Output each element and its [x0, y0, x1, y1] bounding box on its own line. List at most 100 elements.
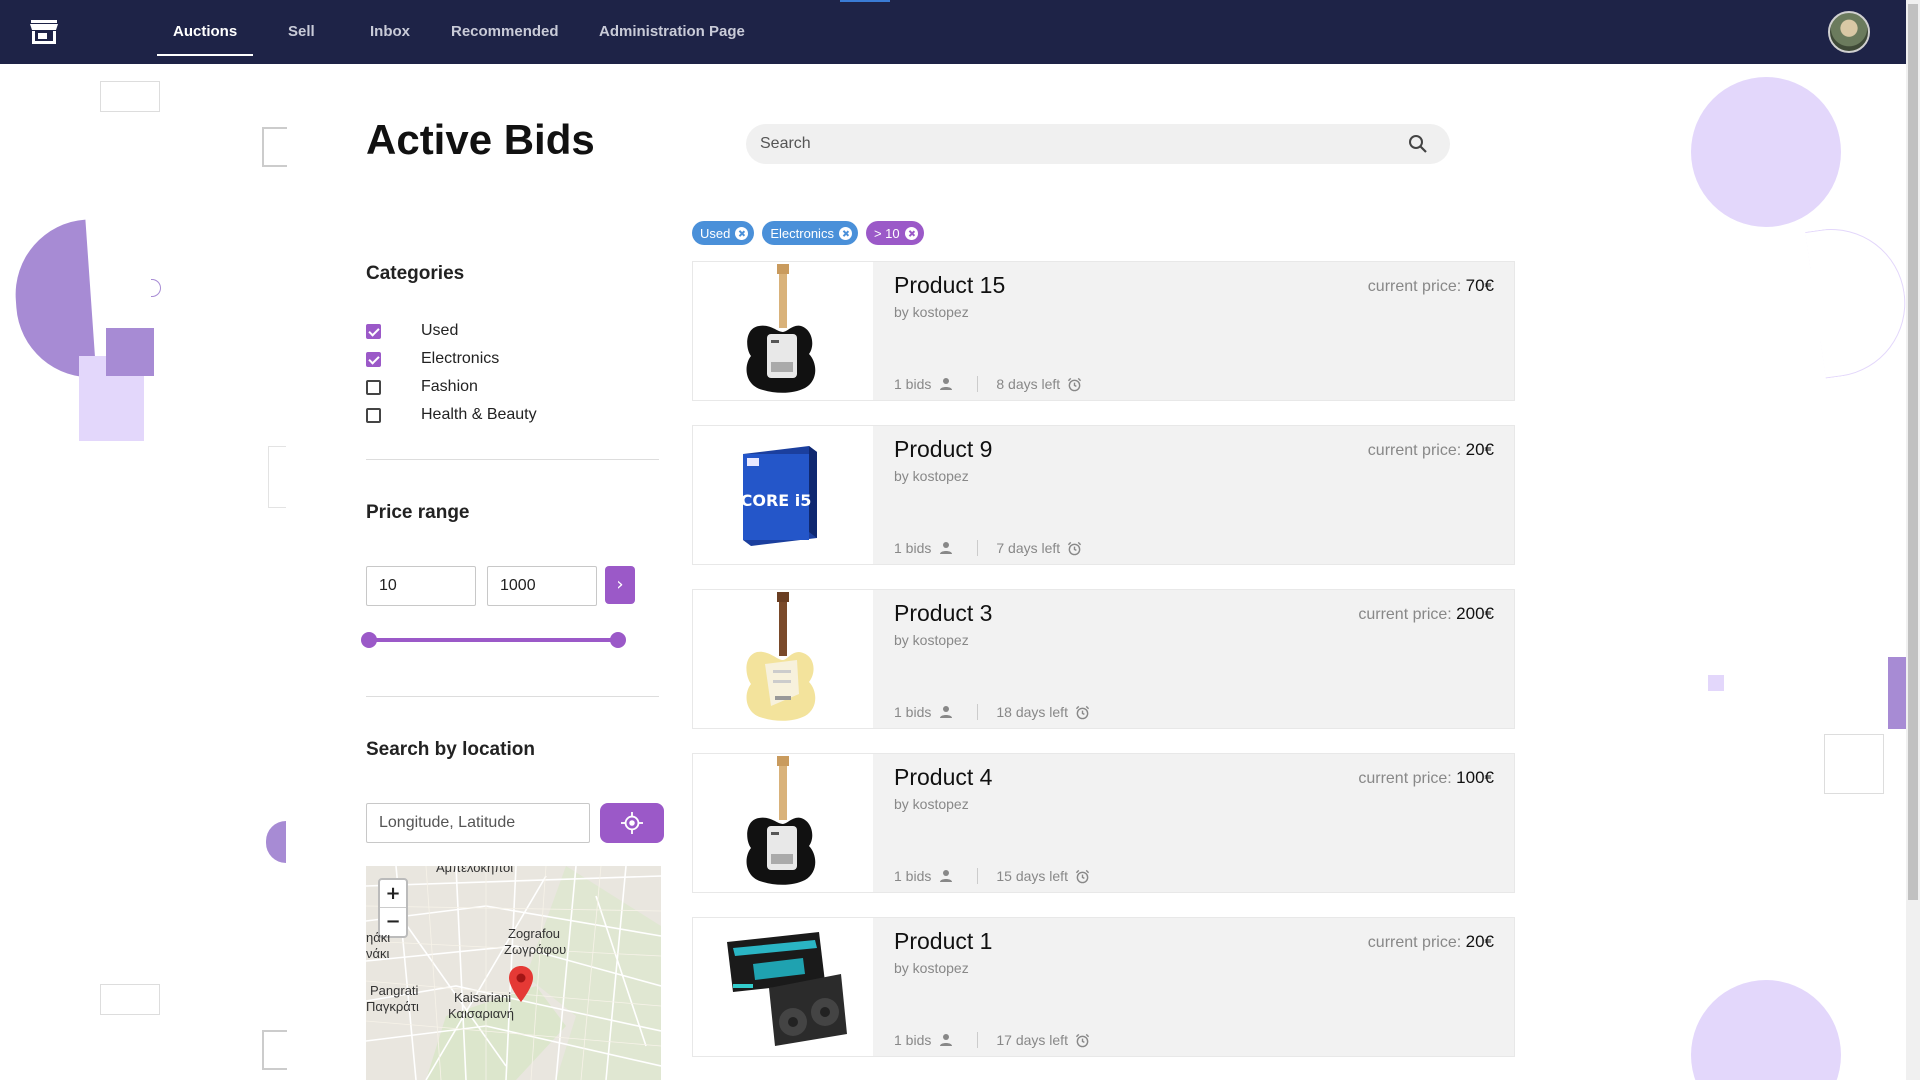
price-value: 200€ — [1456, 604, 1494, 623]
crosshair-icon — [621, 812, 643, 834]
scrollbar-thumb[interactable] — [1908, 4, 1918, 900]
location-input[interactable] — [366, 803, 590, 843]
bids-count: 1 bids — [894, 540, 932, 556]
user-avatar[interactable] — [1828, 11, 1870, 53]
meta-divider — [977, 540, 979, 556]
product-name[interactable]: Product 4 — [894, 764, 992, 791]
nav-progress-line — [840, 0, 890, 2]
price-min-input[interactable] — [366, 566, 476, 606]
apply-price-button[interactable]: › — [605, 566, 635, 604]
product-price: current price: 20€ — [1368, 932, 1494, 952]
price-label: current price: — [1358, 606, 1452, 623]
search-icon[interactable] — [1408, 134, 1428, 154]
categories-title: Categories — [366, 263, 465, 284]
price-label: current price: — [1358, 770, 1452, 787]
product-seller: by kostopez — [894, 796, 969, 812]
alarm-clock-icon — [1075, 705, 1090, 719]
product-name[interactable]: Product 1 — [894, 928, 992, 955]
checkbox-used[interactable] — [366, 323, 381, 339]
page-title: Active Bids — [366, 116, 595, 163]
remove-chip-icon[interactable] — [838, 226, 852, 240]
map-label: Αμπελόκηποι — [436, 866, 514, 875]
product-price: current price: 100€ — [1358, 768, 1494, 788]
product-meta: 1 bids 18 days left — [894, 704, 1090, 720]
product-image[interactable] — [693, 754, 873, 892]
locate-button[interactable] — [600, 803, 664, 843]
product-card[interactable]: Product 4 by kostopez current price: 100… — [692, 753, 1515, 893]
product-name[interactable]: Product 15 — [894, 272, 1005, 299]
location-map[interactable]: + − Αμπελόκηποι Zografou Ζωγράφου Pangra… — [366, 866, 661, 1080]
decor-bar — [1888, 657, 1906, 729]
decor-outline-shape — [1805, 219, 1915, 379]
remove-chip-icon[interactable] — [735, 226, 749, 240]
price-max-input[interactable] — [487, 566, 597, 606]
category-electronics[interactable]: Electronics — [366, 348, 499, 370]
price-slider-min-thumb[interactable] — [361, 632, 377, 648]
tab-administration-page[interactable]: Administration Page — [599, 0, 745, 64]
section-divider — [366, 459, 659, 460]
checkbox-health-beauty[interactable] — [366, 407, 381, 423]
meta-divider — [977, 376, 979, 392]
store-icon[interactable] — [30, 19, 58, 45]
search-bar[interactable] — [746, 124, 1450, 164]
bids-count: 1 bids — [894, 376, 932, 392]
zoom-in-button[interactable]: + — [380, 880, 406, 908]
price-slider-max-thumb[interactable] — [610, 632, 626, 648]
product-card[interactable]: Product 3 by kostopez current price: 200… — [692, 589, 1515, 729]
product-image[interactable] — [693, 918, 873, 1056]
decor-half-circle — [266, 821, 286, 863]
product-card[interactable]: Product 15 by kostopez current price: 70… — [692, 261, 1515, 401]
product-meta: 1 bids 17 days left — [894, 1032, 1090, 1048]
product-image[interactable]: CORE i5 — [693, 426, 873, 564]
tab-inbox[interactable]: Inbox — [370, 0, 410, 64]
decor-small-d — [151, 279, 161, 297]
filter-chip-used[interactable]: Used — [692, 221, 755, 245]
map-label: Παγκράτι — [366, 999, 419, 1014]
product-name[interactable]: Product 9 — [894, 436, 992, 463]
remove-chip-icon[interactable] — [904, 226, 918, 240]
search-input[interactable] — [760, 124, 1380, 164]
product-image[interactable] — [693, 590, 873, 728]
category-label: Used — [421, 322, 459, 339]
person-icon — [940, 542, 953, 554]
time-left: 8 days left — [996, 376, 1061, 392]
meta-divider — [977, 868, 979, 884]
tab-sell[interactable]: Sell — [288, 0, 315, 64]
map-label: Ζωγράφου — [504, 942, 567, 957]
price-label: current price: — [1367, 442, 1462, 459]
bids-count: 1 bids — [894, 704, 932, 720]
product-name[interactable]: Product 3 — [894, 600, 992, 627]
product-card[interactable]: CORE i5 Product 9 by kostopez current pr… — [692, 425, 1515, 565]
category-label: Fashion — [421, 378, 478, 395]
decor-rect — [100, 984, 160, 1015]
page-scrollbar[interactable] — [1906, 0, 1920, 1080]
product-image[interactable] — [693, 262, 873, 400]
map-pin-icon[interactable] — [509, 966, 533, 1002]
tab-recommended[interactable]: Recommended — [451, 0, 559, 64]
section-divider — [366, 696, 659, 697]
filter-chip-price[interactable]: > 10 — [865, 221, 924, 245]
map-zoom-control: + − — [378, 878, 408, 938]
category-health-beauty[interactable]: Health & Beauty — [366, 404, 537, 426]
product-seller: by kostopez — [894, 960, 969, 976]
category-fashion[interactable]: Fashion — [366, 376, 478, 398]
product-meta: 1 bids 8 days left — [894, 376, 1082, 392]
price-value: 100€ — [1456, 768, 1494, 787]
person-icon — [940, 706, 953, 718]
map-label: νάκι — [366, 946, 390, 961]
chip-label: > 10 — [873, 225, 900, 241]
price-slider-track[interactable] — [368, 638, 616, 642]
price-value: 70€ — [1465, 276, 1494, 295]
product-seller: by kostopez — [894, 304, 969, 320]
decor-rect — [100, 81, 160, 112]
price-value: 20€ — [1465, 932, 1494, 951]
category-used[interactable]: Used — [366, 320, 458, 342]
filter-chip-electronics[interactable]: Electronics — [762, 221, 858, 245]
person-icon — [940, 378, 953, 390]
decor-circle — [1691, 77, 1841, 227]
category-label: Electronics — [421, 350, 500, 367]
checkbox-electronics[interactable] — [366, 351, 381, 367]
product-card[interactable]: Product 1 by kostopez current price: 20€… — [692, 917, 1515, 1057]
checkbox-fashion[interactable] — [366, 379, 381, 395]
tab-auctions[interactable]: Auctions — [156, 0, 254, 64]
